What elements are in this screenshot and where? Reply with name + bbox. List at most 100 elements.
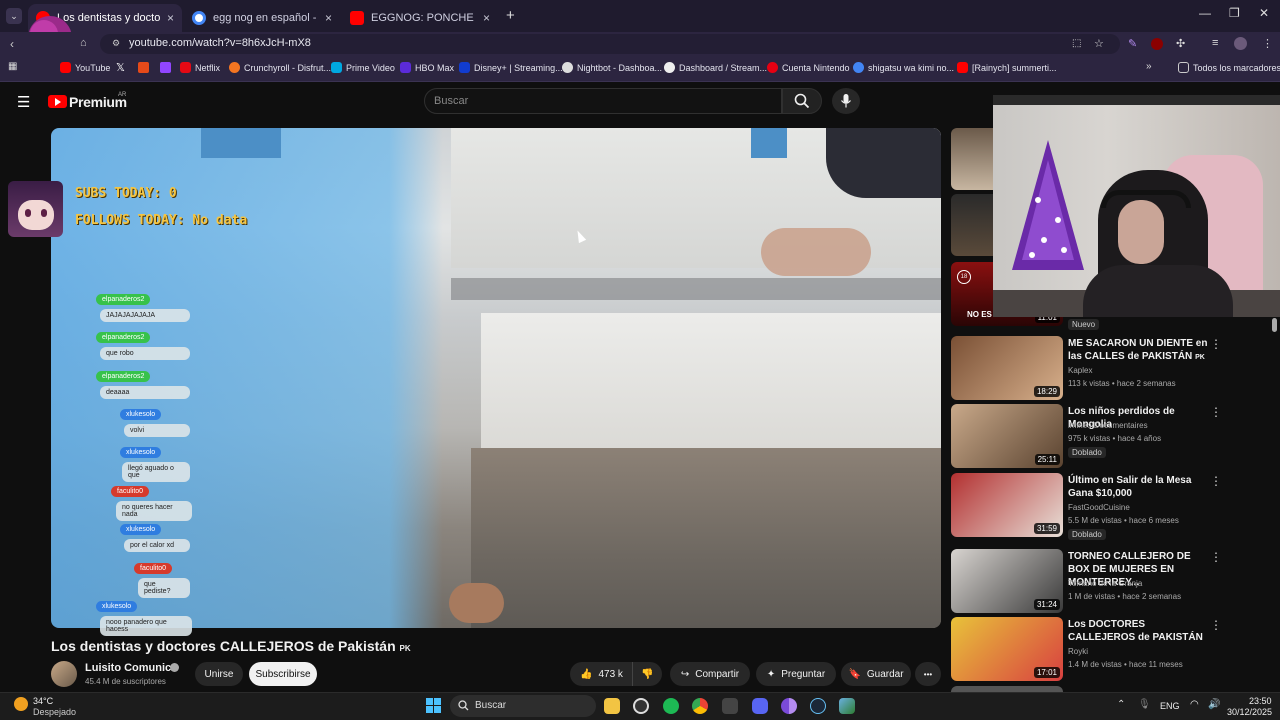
windows-start-icon[interactable]: [426, 698, 441, 713]
wifi-icon[interactable]: ◠: [1190, 699, 1199, 710]
ask-button[interactable]: ✦ Preguntar: [756, 662, 836, 686]
more-actions-button[interactable]: •••: [915, 662, 941, 686]
back-button[interactable]: ‹: [10, 37, 14, 51]
close-tab-icon[interactable]: ×: [325, 11, 332, 25]
discord-icon[interactable]: [752, 698, 768, 714]
bookmark-star-icon[interactable]: ☆: [1094, 37, 1104, 50]
share-button[interactable]: ↪ Compartir: [670, 662, 750, 686]
more-bookmarks-icon[interactable]: »: [1146, 61, 1152, 72]
maximize-button[interactable]: ❐: [1229, 6, 1240, 20]
app-icon[interactable]: [722, 698, 738, 714]
vtuber-eye-left: [25, 209, 31, 217]
clock-time[interactable]: 23:50: [1249, 696, 1272, 706]
recommendation-meta: 113 k vistas • hace 2 semanas: [1068, 379, 1176, 388]
channel-name[interactable]: Luisito Comunica: [85, 662, 177, 674]
like-button[interactable]: 👍 473 k: [570, 662, 632, 686]
google-sheets-icon[interactable]: [138, 62, 149, 73]
search-input[interactable]: [424, 88, 782, 114]
subscribe-button[interactable]: Subscribirse: [249, 662, 317, 686]
media-control-icon[interactable]: ≡: [1212, 37, 1218, 49]
close-window-button[interactable]: ✕: [1259, 6, 1269, 20]
tray-mic-icon[interactable]: 🎙: [1138, 699, 1151, 710]
recommendation-title[interactable]: Último en Salir de la Mesa Gana $10,000: [1068, 474, 1208, 500]
bookmark-shigatsu[interactable]: shigatsu wa kimi no...: [853, 62, 954, 73]
folder-icon: [1178, 62, 1189, 73]
chat-message: volvi: [124, 424, 190, 437]
share-label: Compartir: [695, 668, 740, 680]
bookmark-streamelements[interactable]: Dashboard / Stream...: [664, 62, 767, 73]
tray-overflow-icon[interactable]: ⌃: [1117, 699, 1125, 710]
all-bookmarks-folder[interactable]: Todos los marcadores: [1178, 62, 1280, 73]
bookmark-label: Todos los marcadores: [1193, 62, 1280, 73]
bookmark-netflix[interactable]: Netflix: [180, 62, 220, 73]
chrome-alt-icon[interactable]: [781, 698, 797, 714]
install-app-icon[interactable]: ⬚: [1072, 38, 1081, 49]
bookmark-nightbot[interactable]: Nightbot - Dashboa...: [562, 62, 662, 73]
recommendation-thumbnail[interactable]: 31:24: [951, 549, 1063, 613]
tab-eggnog[interactable]: EGGNOG: PONCHE DE NAVIDA... ×: [342, 4, 498, 32]
weather-sun-icon[interactable]: [14, 697, 28, 711]
recommendation-channel[interactable]: Kaplex: [1068, 366, 1092, 375]
webcam-overlay: [993, 95, 1280, 317]
more-options-icon[interactable]: ⋮: [1210, 337, 1222, 351]
dislike-button[interactable]: 👎: [632, 662, 662, 686]
bookmark-hbo-max[interactable]: HBO Max: [400, 62, 454, 73]
bookmark-label: Dashboard / Stream...: [679, 62, 768, 73]
nintendo-icon: [767, 62, 778, 73]
recommendation-channel[interactable]: imineo Documentaires: [1068, 421, 1148, 430]
close-tab-icon[interactable]: ×: [483, 11, 490, 25]
recommendation-thumbnail[interactable]: 17:01: [951, 617, 1063, 681]
volume-icon[interactable]: 🔊: [1208, 699, 1220, 710]
spotify-icon[interactable]: [663, 698, 679, 714]
twitch-icon[interactable]: [160, 62, 171, 73]
bookmark-rainych[interactable]: [Rainych] summerti...: [957, 62, 1057, 73]
ask-label: Preguntar: [781, 668, 826, 680]
x-twitter-icon[interactable]: 𝕏: [116, 61, 125, 74]
taskbar-search-box[interactable]: [450, 695, 596, 717]
join-button[interactable]: Unirse: [195, 662, 243, 686]
bookmark-youtube[interactable]: YouTube: [60, 62, 110, 73]
recommendation-thumbnail[interactable]: 31:59: [951, 473, 1063, 537]
more-options-icon[interactable]: ⋮: [1210, 550, 1222, 564]
more-options-icon[interactable]: ⋮: [1210, 618, 1222, 632]
extensions-puzzle-icon[interactable]: ✣: [1176, 37, 1185, 50]
recommendation-thumbnail[interactable]: 18:29: [951, 336, 1063, 400]
tab-google-search[interactable]: egg nog en español - Buscar c... ×: [184, 4, 340, 32]
video-player[interactable]: [51, 128, 941, 628]
chrome-icon[interactable]: [692, 698, 708, 714]
save-button[interactable]: 🔖 Guardar: [841, 662, 911, 686]
recommendation-title[interactable]: Los DOCTORES CALLEJEROS de PAKISTÁN: [1068, 618, 1208, 644]
recommendation-title[interactable]: ME SACARON UN DIENTE en las CALLES de PA…: [1068, 337, 1208, 364]
extension-pen-icon[interactable]: ✎: [1128, 37, 1137, 50]
close-tab-icon[interactable]: ×: [167, 11, 174, 25]
bookmark-prime-video[interactable]: Prime Video: [331, 62, 395, 73]
steam-icon[interactable]: [810, 698, 826, 714]
clock-date[interactable]: 30/12/2025: [1227, 707, 1272, 717]
video-duration: 31:24: [1033, 599, 1060, 610]
file-explorer-icon[interactable]: [604, 698, 620, 714]
site-info-icon[interactable]: ⚙: [112, 38, 120, 49]
hamburger-menu-icon[interactable]: ☰: [17, 93, 30, 111]
photos-icon[interactable]: [839, 698, 855, 714]
sidebar-scrollbar[interactable]: [1272, 318, 1277, 332]
home-icon[interactable]: ⌂: [80, 37, 87, 49]
channel-avatar[interactable]: [51, 661, 77, 687]
new-tab-button[interactable]: +: [506, 7, 515, 24]
bookmark-crunchyroll[interactable]: Crunchyroll - Disfrut...: [229, 62, 331, 73]
recommendation-thumbnail[interactable]: 25:11: [951, 404, 1063, 468]
recommendation-channel[interactable]: Royki: [1068, 647, 1088, 656]
minimize-button[interactable]: —: [1199, 6, 1211, 20]
bookmark-disney[interactable]: Disney+ | Streaming...: [459, 62, 563, 73]
more-options-icon[interactable]: ⋮: [1210, 474, 1222, 488]
apps-grid-icon[interactable]: ▦: [8, 61, 17, 72]
obs-icon[interactable]: [633, 698, 649, 714]
bookmark-nintendo[interactable]: Cuenta Nintendo: [767, 62, 850, 73]
ublock-icon[interactable]: [1151, 38, 1163, 50]
recommendation-channel[interactable]: FastGoodCuisine: [1068, 503, 1130, 512]
recommendation-meta: 1 M de vistas • hace 2 semanas: [1068, 592, 1182, 601]
language-indicator[interactable]: ENG: [1160, 701, 1180, 711]
recommendation-channel[interactable]: Tomano de la Granja: [1068, 579, 1142, 588]
profile-avatar[interactable]: [1234, 37, 1247, 50]
more-options-icon[interactable]: ⋮: [1210, 405, 1222, 419]
browser-menu-icon[interactable]: ⋮: [1262, 37, 1273, 50]
